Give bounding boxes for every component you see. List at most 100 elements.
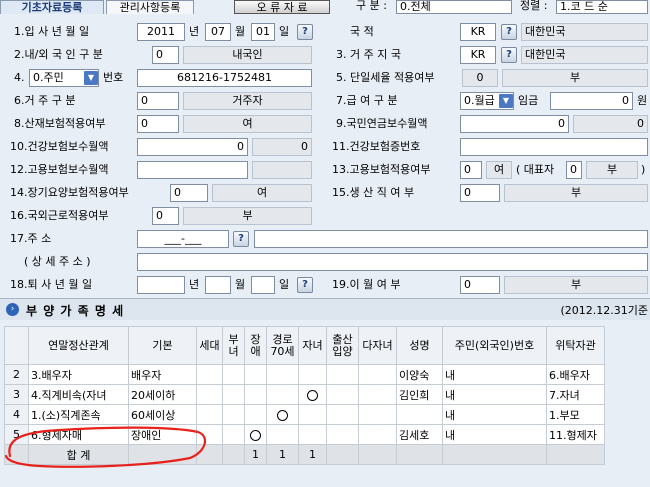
- help-icon[interactable]: ?: [501, 47, 517, 63]
- elder-cell[interactable]: [266, 364, 299, 385]
- child-cell[interactable]: [298, 364, 327, 385]
- f12-label: 12.고용보험보수월액: [10, 163, 109, 176]
- chevron-down-icon[interactable]: ▼: [84, 71, 98, 85]
- detailed-address-input[interactable]: [137, 253, 648, 271]
- multi-child-cell[interactable]: [358, 364, 397, 385]
- header-row-number: [4, 326, 29, 365]
- industrial-insurance-code-input[interactable]: 0: [137, 115, 179, 133]
- id-number-label: 번호: [103, 71, 124, 84]
- resident-number-cell[interactable]: 내: [442, 404, 547, 425]
- wage-unit: 원: [637, 94, 648, 107]
- header-relation: 연말정산관계: [28, 326, 129, 365]
- help-icon[interactable]: ?: [501, 24, 517, 40]
- table-header-row: 연말정산관계 기본 세대 부녀 장애 경로70세 자녀 출산입양 다자녀 성명 …: [4, 326, 605, 365]
- name-cell[interactable]: 김인희: [396, 384, 443, 405]
- year-unit: 년: [189, 25, 200, 38]
- hire-year-input[interactable]: 2011: [137, 23, 185, 41]
- leave-day-input[interactable]: [251, 276, 275, 294]
- tab-basic-data[interactable]: 기초자료등록: [0, 0, 104, 14]
- collapse-arrow-icon[interactable]: ›: [6, 303, 19, 316]
- chevron-down-icon[interactable]: ▼: [499, 94, 513, 108]
- month-unit: 월: [235, 278, 246, 291]
- red-annotation-circle: [4, 426, 207, 468]
- address-input[interactable]: [254, 230, 648, 248]
- trustee-cell[interactable]: 7.자녀: [546, 384, 605, 405]
- child-cell[interactable]: [298, 404, 327, 425]
- birth-adoption-cell[interactable]: [326, 404, 359, 425]
- table-row[interactable]: 2 3.배우자 배우자 이양숙 내 6.배우자: [4, 364, 605, 385]
- error-data-button[interactable]: 오 류 자 료: [234, 0, 330, 14]
- trustee-cell[interactable]: 6.배우자: [546, 364, 605, 385]
- multi-child-cell[interactable]: [358, 424, 397, 445]
- country-code-input[interactable]: KR: [460, 23, 496, 41]
- multi-child-cell[interactable]: [358, 404, 397, 425]
- sort-select[interactable]: 1.코 드 순: [556, 0, 648, 14]
- country-label: 국 적: [350, 25, 374, 38]
- wage-input[interactable]: 0: [550, 92, 633, 110]
- help-icon[interactable]: ?: [297, 277, 313, 293]
- name-cell[interactable]: 이양숙: [396, 364, 443, 385]
- overseas-work-code-input[interactable]: 0: [152, 207, 179, 225]
- child-cell[interactable]: [298, 384, 327, 405]
- f16-label: 16.국외근로적용여부: [10, 209, 109, 222]
- long-term-care-value: 여: [212, 184, 312, 202]
- basic-cell[interactable]: 배우자: [128, 364, 197, 385]
- disabled-cell[interactable]: [244, 364, 267, 385]
- resident-number-cell[interactable]: 내: [442, 424, 547, 445]
- name-cell[interactable]: 김세호: [396, 424, 443, 445]
- header-resident-number: 주민(외국인)번호: [442, 326, 547, 365]
- relation-cell[interactable]: 3.배우자: [28, 364, 129, 385]
- id-number-input[interactable]: 681216-1752481: [137, 69, 312, 87]
- child-cell[interactable]: [298, 424, 327, 445]
- header-disabled: 장애: [244, 326, 267, 365]
- resident-number-cell[interactable]: 내: [442, 364, 547, 385]
- birth-adoption-cell[interactable]: [326, 384, 359, 405]
- household-cell[interactable]: [196, 364, 223, 385]
- pension-amount-value: 0: [573, 115, 648, 133]
- birth-adoption-cell[interactable]: [326, 364, 359, 385]
- production-worker-code-input[interactable]: 0: [460, 184, 500, 202]
- zip-code-input[interactable]: ___-___: [137, 230, 229, 248]
- resident-number-cell[interactable]: 내: [442, 384, 547, 405]
- trustee-cell[interactable]: 1.부모: [546, 404, 605, 425]
- f8-label: 8.산재보험적용여부: [14, 117, 106, 130]
- carryover-value: 부: [504, 276, 648, 294]
- tab-management[interactable]: 관리사항등록: [106, 0, 194, 14]
- header-elder: 경로70세: [266, 326, 299, 365]
- residency-code-input[interactable]: 0: [137, 92, 179, 110]
- birth-adoption-cell[interactable]: [326, 424, 359, 445]
- hire-month-input[interactable]: 07: [205, 23, 231, 41]
- gubun-select[interactable]: 0.전체: [396, 0, 512, 14]
- residency-value: 거주자: [183, 92, 312, 110]
- employment-amount-input[interactable]: [137, 161, 248, 179]
- elder-cell[interactable]: [266, 384, 299, 405]
- health-card-number-input[interactable]: [460, 138, 648, 156]
- residence-code-input[interactable]: KR: [460, 46, 496, 64]
- woman-cell[interactable]: [222, 364, 245, 385]
- hire-day-input[interactable]: 01: [251, 23, 275, 41]
- pension-amount-input[interactable]: 0: [460, 115, 569, 133]
- trustee-cell[interactable]: 11.형제자: [546, 424, 605, 445]
- employment-insurance-code-input[interactable]: 0: [460, 161, 482, 179]
- representative-close: ): [641, 163, 646, 176]
- elder-cell[interactable]: [266, 424, 299, 445]
- residence-name: 대한민국: [521, 46, 648, 64]
- leave-month-input[interactable]: [205, 276, 231, 294]
- f7-label: 7.급 여 구 분: [336, 94, 398, 107]
- f10-label: 10.건강보험보수월액: [10, 140, 109, 153]
- health-amount-input[interactable]: 0: [137, 138, 248, 156]
- help-icon[interactable]: ?: [297, 24, 313, 40]
- long-term-care-code-input[interactable]: 0: [170, 184, 208, 202]
- representative-code-input[interactable]: 0: [566, 161, 582, 179]
- f19-label: 19.이 월 여 부: [332, 278, 401, 291]
- header-birth-adoption: 출산입양: [326, 326, 359, 365]
- help-icon[interactable]: ?: [233, 231, 249, 247]
- row-number: 2: [4, 364, 29, 385]
- foreigner-code-input[interactable]: 0: [152, 46, 179, 64]
- leave-year-input[interactable]: [137, 276, 185, 294]
- carryover-code-input[interactable]: 0: [460, 276, 500, 294]
- elder-cell[interactable]: [266, 404, 299, 425]
- multi-child-cell[interactable]: [358, 384, 397, 405]
- child-check-mark: [307, 389, 318, 401]
- name-cell[interactable]: [396, 404, 443, 425]
